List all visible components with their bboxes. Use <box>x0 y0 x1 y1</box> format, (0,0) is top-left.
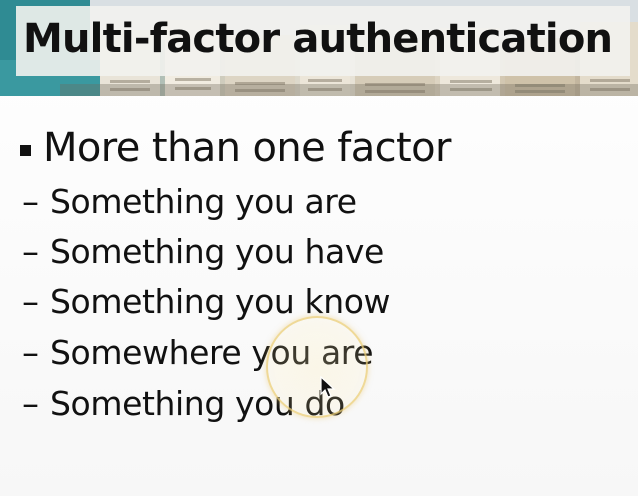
square-bullet-icon <box>20 144 31 156</box>
sub-bullet-text: Something you do <box>50 384 345 423</box>
presentation-slide: Multi-factor authentication More than on… <box>0 0 638 496</box>
main-bullet-text: More than one factor <box>43 125 451 171</box>
sub-bullet-something-you-have: – Something you have <box>22 232 384 272</box>
sub-bullet-text: Something you are <box>50 182 357 221</box>
dash-bullet-icon: – <box>22 384 39 424</box>
sub-bullet-somewhere-you-are: – Somewhere you are <box>22 333 374 373</box>
sub-bullet-something-you-do: – Something you do <box>22 384 345 424</box>
sub-bullet-text: Something you know <box>50 282 391 321</box>
sub-bullet-something-you-know: – Something you know <box>22 282 390 322</box>
sub-bullet-text: Somewhere you are <box>50 333 374 372</box>
sub-bullet-text: Something you have <box>50 232 384 271</box>
dash-bullet-icon: – <box>22 182 39 222</box>
slide-header-banner: Multi-factor authentication <box>0 0 638 96</box>
sub-bullet-something-you-are: – Something you are <box>22 182 357 222</box>
dash-bullet-icon: – <box>22 333 39 373</box>
dash-bullet-icon: – <box>22 282 39 322</box>
main-bullet: More than one factor <box>20 124 451 172</box>
slide-title: Multi-factor authentication <box>23 16 613 62</box>
dash-bullet-icon: – <box>22 232 39 272</box>
